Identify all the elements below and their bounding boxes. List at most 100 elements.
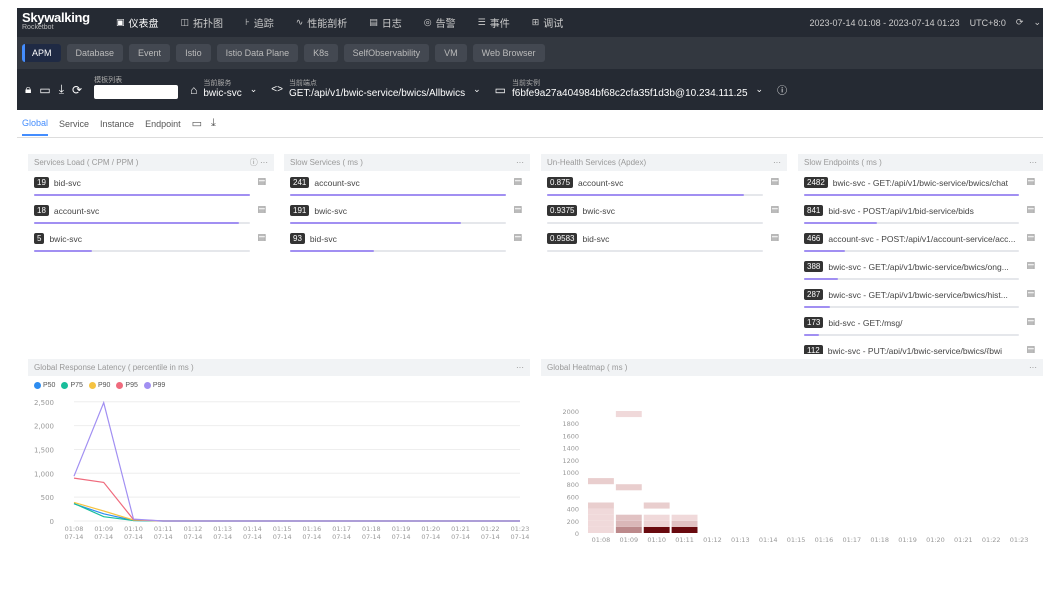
panel-title: Slow Endpoints ( ms ) [804, 158, 882, 167]
more-icon[interactable]: ⓘ ··· [250, 157, 268, 168]
layer-tab[interactable]: APM [22, 44, 61, 62]
chevron-down-icon[interactable]: ⌄ [250, 84, 258, 95]
download-icon[interactable]: ⤓ [211, 117, 216, 130]
copy-icon[interactable]: ▤ [1026, 176, 1035, 187]
list-item[interactable]: 112 bwic-svc - PUT:/api/v1/bwic-service/b… [798, 339, 1043, 354]
instance-selector[interactable]: 当前实例 f6bfe9a27a404984bf68c2cfa35f1d3b@10… [512, 80, 763, 100]
legend-item[interactable]: P99 [143, 382, 165, 389]
copy-icon[interactable]: ▤ [1026, 316, 1035, 327]
copy-icon[interactable]: ▤ [1026, 232, 1035, 243]
layer-tab[interactable]: VM [435, 44, 467, 62]
log-icon: ▤ [369, 17, 378, 27]
x-tick-label: 01:17 [332, 525, 351, 533]
list-item[interactable]: 287 bwic-svc - GET:/api/v1/bwic-service/b… [798, 283, 1043, 311]
list-item[interactable]: 19 bid-svc ▤ [28, 171, 274, 199]
timezone[interactable]: UTC+8:0 [970, 18, 1006, 28]
download-icon[interactable]: ⤓ [59, 82, 64, 97]
list-item[interactable]: 0.875 account-svc ▤ [541, 171, 787, 199]
folder-icon[interactable]: ▭ [192, 117, 202, 130]
top-header: Skywalking Rocketbot ▣ 仪表盘 ◫ 拓扑图 ⊦ 追踪 ∿ 性能剖析 ▤ 日志… [17, 8, 1043, 37]
service-selector[interactable]: 当前服务 bwic-svc ⌄ [203, 80, 257, 100]
legend-item[interactable]: P90 [88, 382, 110, 389]
list-item[interactable]: 466 account-svc - POST:/api/v1/account-se… [798, 227, 1043, 255]
time-range[interactable]: 2023-07-14 01:08 - 2023-07-14 01:23 [810, 18, 960, 28]
tab-service[interactable]: Service [59, 113, 89, 135]
nav-item[interactable]: ☰ 事件 [467, 8, 521, 37]
template-input[interactable] [94, 85, 179, 99]
logo[interactable]: Skywalking Rocketbot [22, 11, 102, 33]
list-item[interactable]: 841 bid-svc - POST:/api/v1/bid-service/bi… [798, 199, 1043, 227]
more-icon[interactable]: ··· [516, 158, 524, 167]
more-icon[interactable]: ··· [1029, 363, 1037, 372]
list-item[interactable]: 0.9583 bid-svc ▤ [541, 227, 787, 255]
copy-icon[interactable]: ▤ [770, 204, 779, 215]
heatmap-cell [588, 508, 614, 515]
chevron-down-icon[interactable]: ⌄ [756, 84, 764, 95]
nav-item[interactable]: ⊞ 调试 [521, 8, 575, 37]
lock-icon[interactable]: 🔒︎ [25, 82, 31, 97]
nav-item[interactable]: ∿ 性能剖析 [285, 8, 359, 37]
layer-tab[interactable]: Database [66, 44, 124, 62]
copy-icon[interactable]: ▤ [513, 232, 522, 243]
trace-icon: ⊦ [245, 17, 250, 27]
chevron-down-icon[interactable]: ⌄ [1033, 17, 1041, 28]
layer-tab[interactable]: Web Browser [472, 44, 545, 62]
refresh-icon[interactable]: ⟳ [72, 83, 82, 97]
legend-item[interactable]: P75 [61, 382, 83, 389]
copy-icon[interactable]: ▤ [257, 232, 266, 243]
legend-item[interactable]: P50 [34, 382, 55, 389]
y-tick-label: 400 [567, 506, 579, 514]
nav-item[interactable]: ▣ 仪表盘 [105, 8, 170, 37]
nav-item[interactable]: ◎ 告警 [413, 8, 467, 37]
x-tick-label: 01:11 [675, 536, 694, 544]
list-item[interactable]: 2482 bwic-svc - GET:/api/v1/bwic-service/… [798, 171, 1043, 199]
tab-endpoint[interactable]: Endpoint [145, 113, 181, 135]
more-icon[interactable]: ··· [516, 363, 524, 372]
endpoint-selector[interactable]: 当前端点 GET:/api/v1/bwic-service/bwics/Allb… [289, 80, 481, 100]
copy-icon[interactable]: ▤ [770, 232, 779, 243]
copy-icon[interactable]: ▤ [513, 176, 522, 187]
refresh-icon[interactable]: ⟳ [1016, 17, 1024, 28]
list-item[interactable]: 0.9375 bwic-svc ▤ [541, 199, 787, 227]
list-item[interactable]: 93 bid-svc ▤ [284, 227, 530, 255]
nav-item[interactable]: ◫ 拓扑图 [170, 8, 235, 37]
more-icon[interactable]: ··· [1029, 158, 1037, 167]
list-item[interactable]: 18 account-svc ▤ [28, 199, 274, 227]
alarm-icon: ◎ [423, 17, 432, 27]
y-tick-label: 500 [41, 494, 54, 502]
layer-tab[interactable]: K8s [304, 44, 338, 62]
copy-icon[interactable]: ▤ [257, 176, 266, 187]
endpoint-label: 当前端点 [288, 79, 317, 87]
copy-icon[interactable]: ▤ [770, 176, 779, 187]
value-badge: 841 [804, 205, 824, 217]
layer-tab[interactable]: Event [129, 44, 171, 62]
copy-icon[interactable]: ▤ [1026, 288, 1035, 299]
legend-item[interactable]: P95 [116, 382, 138, 389]
template-selector[interactable]: 模板列表 [94, 77, 179, 102]
layer-tab[interactable]: Istio Data Plane [216, 44, 299, 62]
more-icon[interactable]: ··· [773, 158, 781, 167]
list-item[interactable]: 173 bid-svc - GET:/msg/ ▤ [798, 311, 1043, 339]
folder-icon[interactable]: ▭ [39, 83, 50, 97]
tab-instance[interactable]: Instance [100, 113, 134, 135]
copy-icon[interactable]: ▤ [1026, 260, 1035, 271]
item-name: bwic-svc - GET:/api/v1/bwic-service/bwic… [828, 261, 1009, 272]
copy-icon[interactable]: ▤ [513, 204, 522, 215]
item-name: bwic-svc [314, 205, 347, 216]
list-item[interactable]: 5 bwic-svc ▤ [28, 227, 274, 255]
tab-global[interactable]: Global [22, 112, 49, 136]
x-tick-label: 07-14 [392, 533, 411, 541]
nav-item[interactable]: ⊦ 追踪 [234, 8, 285, 37]
list-item[interactable]: 191 bwic-svc ▤ [284, 199, 530, 227]
copy-icon[interactable]: ▤ [257, 204, 266, 215]
layer-tab[interactable]: SelfObservability [343, 44, 430, 62]
chevron-down-icon[interactable]: ⌄ [473, 84, 481, 95]
y-tick-label: 0 [575, 530, 579, 538]
layer-tab[interactable]: Istio [176, 44, 211, 62]
list-item[interactable]: 388 bwic-svc - GET:/api/v1/bwic-service/b… [798, 255, 1043, 283]
list-item[interactable]: 241 account-svc ▤ [284, 171, 530, 199]
info-icon[interactable]: ⓘ [777, 82, 787, 97]
copy-icon[interactable]: ▤ [1026, 204, 1035, 215]
copy-icon[interactable]: ▤ [1026, 344, 1035, 354]
nav-item[interactable]: ▤ 日志 [358, 8, 413, 37]
